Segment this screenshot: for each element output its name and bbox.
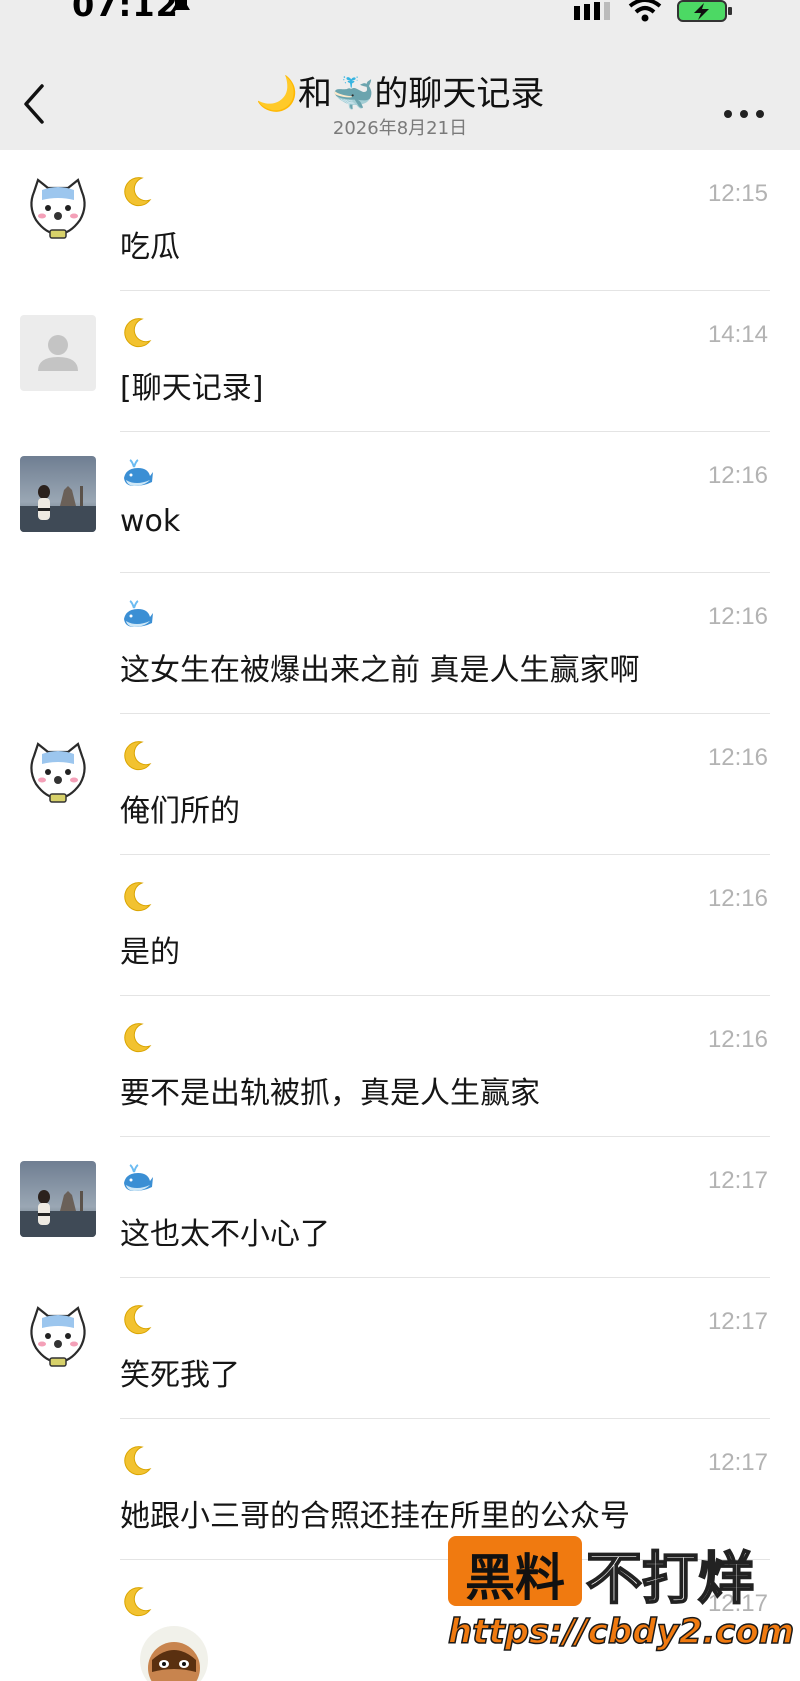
chat-date: 2026年8月21日 bbox=[332, 118, 468, 139]
sender-moon-icon bbox=[120, 315, 154, 349]
sender-moon-icon bbox=[120, 1584, 154, 1618]
sender-moon-icon bbox=[120, 738, 154, 772]
chat-title: 🌙和🐳的聊天记录 bbox=[255, 74, 545, 114]
default-user-avatar[interactable] bbox=[20, 315, 96, 391]
message-time: 12:17 bbox=[707, 1449, 768, 1476]
cat-avatar[interactable] bbox=[20, 174, 96, 250]
message-row[interactable]: 12:16 要不是出轨被抓，真是人生赢家 bbox=[0, 996, 800, 1137]
watermark-side-text: 不打烊 bbox=[585, 1546, 755, 1613]
message-time: 12:16 bbox=[707, 744, 768, 771]
status-bar: 07:12 bbox=[0, 0, 800, 24]
message-text: 这女生在被爆出来之前 真是人生赢家啊 bbox=[120, 653, 640, 688]
message-row[interactable]: 12:17 笑死我了 bbox=[0, 1278, 800, 1419]
message-row[interactable]: 12:16 这女生在被爆出来之前 真是人生赢家啊 bbox=[0, 573, 800, 714]
sender-moon-icon bbox=[120, 1302, 154, 1336]
message-text: 笑死我了 bbox=[120, 1358, 240, 1393]
cat-avatar[interactable] bbox=[20, 1302, 96, 1378]
message-row[interactable]: 12:16 是的 bbox=[0, 855, 800, 996]
message-time: 12:15 bbox=[707, 180, 768, 207]
battery-charging-icon bbox=[677, 0, 732, 22]
watermark-url: https://cbdy2.com bbox=[447, 1611, 795, 1653]
message-time: 12:16 bbox=[707, 603, 768, 630]
message-text: 吃瓜 bbox=[120, 230, 180, 265]
message-row[interactable]: 12:16 wok bbox=[0, 432, 800, 573]
message-time: 12:16 bbox=[707, 885, 768, 912]
sender-moon-icon bbox=[120, 174, 154, 208]
sender-moon-icon bbox=[120, 1443, 154, 1477]
more-button[interactable] bbox=[722, 104, 766, 124]
message-row[interactable]: 12:16 俺们所的 bbox=[0, 714, 800, 855]
nav-bar: 🌙和🐳的聊天记录 2026年8月21日 bbox=[0, 24, 800, 150]
sender-whale-icon bbox=[120, 456, 154, 490]
photo-avatar[interactable] bbox=[20, 456, 96, 532]
sender-whale-icon bbox=[120, 1161, 154, 1195]
message-time: 12:17 bbox=[707, 1167, 768, 1194]
message-text: 是的 bbox=[120, 935, 180, 970]
message-row[interactable]: 12:15 吃瓜 bbox=[0, 150, 800, 291]
watermark: 黑料 不打烊 https://cbdy2.com bbox=[447, 1532, 795, 1662]
photo-avatar[interactable] bbox=[20, 1161, 96, 1237]
message-time: 14:14 bbox=[707, 321, 768, 348]
message-text: 这也太不小心了 bbox=[120, 1217, 330, 1252]
ellipsis-icon bbox=[724, 110, 732, 118]
status-time: 07:12 bbox=[72, 0, 179, 24]
emoji-sticker[interactable] bbox=[136, 1620, 212, 1681]
message-time: 12:16 bbox=[707, 462, 768, 489]
sender-moon-icon bbox=[120, 1020, 154, 1054]
message-text: 要不是出轨被抓，真是人生赢家 bbox=[120, 1076, 540, 1111]
signal-icon bbox=[574, 2, 610, 20]
message-text: wok bbox=[120, 504, 181, 539]
wifi-icon bbox=[628, 0, 662, 22]
cat-avatar[interactable] bbox=[20, 738, 96, 814]
message-time: 12:16 bbox=[707, 1026, 768, 1053]
message-text: 她跟小三哥的合照还挂在所里的公众号 bbox=[120, 1499, 630, 1534]
bell-muted-icon bbox=[168, 0, 194, 24]
message-row[interactable]: 14:14 [聊天记录] bbox=[0, 291, 800, 432]
watermark-main-text: 黑料 bbox=[465, 1549, 565, 1607]
sender-whale-icon bbox=[120, 597, 154, 631]
message-text: [聊天记录] bbox=[120, 371, 264, 406]
message-time: 12:17 bbox=[707, 1308, 768, 1335]
sender-moon-icon bbox=[120, 879, 154, 913]
message-text: 俺们所的 bbox=[120, 794, 240, 829]
message-row[interactable]: 12:17 这也太不小心了 bbox=[0, 1137, 800, 1278]
